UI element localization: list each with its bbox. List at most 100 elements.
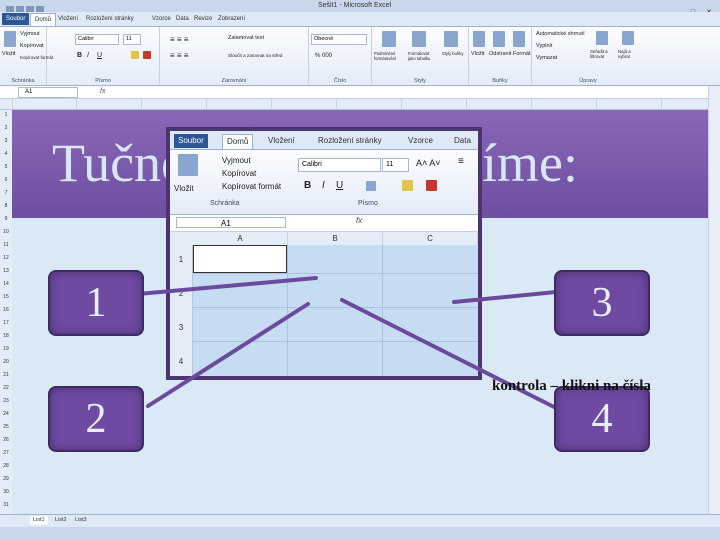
column-headers	[0, 99, 708, 110]
format-cells-icon[interactable]	[513, 31, 525, 47]
row-number[interactable]: 4	[0, 151, 12, 157]
sort-filter-button[interactable]: Seřadit a filtrovat	[590, 49, 614, 59]
tab-formulas[interactable]: Vzorce	[148, 13, 175, 25]
format-cells-button[interactable]: Formát	[513, 51, 530, 57]
row-number[interactable]: 9	[0, 216, 12, 222]
row-number[interactable]: 1	[0, 112, 12, 118]
tab-view[interactable]: Zobrazení	[214, 13, 249, 25]
column-header[interactable]	[467, 99, 532, 109]
column-header[interactable]	[207, 99, 272, 109]
row-number[interactable]: 15	[0, 294, 12, 300]
callout-4-button[interactable]: 4	[554, 386, 650, 452]
row-number[interactable]: 24	[0, 411, 12, 417]
column-header[interactable]	[532, 99, 597, 109]
row-number[interactable]: 20	[0, 359, 12, 365]
format-table-icon[interactable]	[412, 31, 426, 47]
conditional-format-icon[interactable]	[382, 31, 396, 47]
row-number[interactable]: 28	[0, 463, 12, 469]
column-header[interactable]	[597, 99, 662, 109]
row-number[interactable]: 3	[0, 138, 12, 144]
row-number[interactable]: 13	[0, 268, 12, 274]
row-number[interactable]: 23	[0, 398, 12, 404]
format-table-button[interactable]: Formátovat jako tabulku	[408, 51, 438, 61]
conditional-format-button[interactable]: Podmíněné formátování	[374, 51, 406, 61]
row-number[interactable]: 11	[0, 242, 12, 248]
row-number[interactable]: 26	[0, 437, 12, 443]
callout-2-button[interactable]: 2	[48, 386, 144, 452]
find-select-button[interactable]: Najít a vybrat	[618, 49, 642, 59]
number-format-select[interactable]: Obecné	[311, 34, 367, 45]
delete-cells-button[interactable]: Odstranit	[489, 51, 511, 57]
insert-cells-icon[interactable]	[473, 31, 485, 47]
paste-icon[interactable]	[4, 31, 16, 47]
row-number[interactable]: 17	[0, 320, 12, 326]
sort-filter-icon[interactable]	[596, 31, 608, 45]
row-number[interactable]: 25	[0, 424, 12, 430]
row-number[interactable]: 2	[0, 125, 12, 131]
copy-button[interactable]: Kopírovat	[20, 43, 44, 49]
cut-button[interactable]: Vyjmout	[20, 31, 40, 37]
merge-center-button[interactable]: Sloučit a zarovnat na střed	[228, 53, 282, 58]
row-number[interactable]: 29	[0, 476, 12, 482]
column-header[interactable]	[77, 99, 142, 109]
row-number[interactable]: 21	[0, 372, 12, 378]
tab-home[interactable]: Domů	[30, 13, 57, 26]
row-number[interactable]: 8	[0, 203, 12, 209]
column-header[interactable]	[12, 99, 77, 109]
name-box[interactable]: A1	[18, 87, 78, 98]
callout-3-button[interactable]: 3	[554, 270, 650, 336]
sheet-tab-list3[interactable]: List3	[72, 516, 90, 525]
row-number[interactable]: 30	[0, 489, 12, 495]
delete-cells-icon[interactable]	[493, 31, 505, 47]
row-number[interactable]: 12	[0, 255, 12, 261]
row-number[interactable]: 7	[0, 190, 12, 196]
editing-group: Automatické shrnutí Vyplnit Vymazat Seřa…	[532, 27, 644, 85]
currency-icon[interactable]: % 000	[315, 53, 332, 59]
callout-1-button[interactable]: 1	[48, 270, 144, 336]
row-number[interactable]: 16	[0, 307, 12, 313]
underline-button[interactable]: U	[97, 52, 102, 59]
fill-button[interactable]: Vyplnit	[536, 43, 552, 49]
column-header[interactable]	[337, 99, 402, 109]
font-color-icon[interactable]	[143, 51, 151, 59]
row-number[interactable]: 19	[0, 346, 12, 352]
italic-button[interactable]: I	[87, 52, 89, 59]
font-name-select[interactable]: Calibri	[75, 34, 119, 45]
column-header[interactable]	[272, 99, 337, 109]
bold-button[interactable]: B	[77, 52, 82, 59]
row-number[interactable]: 5	[0, 164, 12, 170]
tab-review[interactable]: Revize	[190, 13, 216, 25]
align-left-icon[interactable]: ≡ ≡ ≡	[170, 51, 188, 60]
row-number[interactable]: 22	[0, 385, 12, 391]
wrap-text-button[interactable]: Zalamovat text	[228, 35, 264, 41]
quick-access-toolbar[interactable]	[6, 1, 66, 14]
embedded-cut-button: Vyjmout	[222, 156, 251, 165]
row-number[interactable]: 6	[0, 177, 12, 183]
fx-icon[interactable]: fx	[100, 86, 105, 98]
tab-file[interactable]: Soubor	[2, 13, 30, 25]
cell-styles-button[interactable]: Styly buňky	[442, 51, 464, 56]
row-number[interactable]: 31	[0, 502, 12, 508]
column-header[interactable]	[402, 99, 467, 109]
paste-label[interactable]: Vložit	[2, 51, 15, 57]
cell-styles-icon[interactable]	[444, 31, 458, 47]
font-size-select[interactable]: 11	[123, 34, 141, 45]
tab-insert[interactable]: Vložení	[54, 13, 82, 25]
row-number[interactable]: 14	[0, 281, 12, 287]
autosum-button[interactable]: Automatické shrnutí	[536, 31, 585, 37]
insert-cells-button[interactable]: Vložit	[471, 51, 484, 57]
row-number[interactable]: 27	[0, 450, 12, 456]
embedded-bold-button: B	[304, 180, 312, 191]
find-select-icon[interactable]	[622, 31, 634, 45]
sheet-tab-list2[interactable]: List2	[52, 516, 70, 525]
row-number[interactable]: 10	[0, 229, 12, 235]
embedded-underline-button: U	[336, 180, 344, 191]
fill-color-icon[interactable]	[131, 51, 139, 59]
column-header[interactable]	[142, 99, 207, 109]
align-top-icon[interactable]: ≡ ≡ ≡	[170, 35, 188, 44]
tab-page-layout[interactable]: Rozložení stránky	[82, 13, 138, 25]
vertical-scrollbar[interactable]	[708, 86, 720, 514]
row-number[interactable]: 18	[0, 333, 12, 339]
clear-button[interactable]: Vymazat	[536, 55, 557, 61]
sheet-tab-list1[interactable]: List1	[30, 516, 48, 525]
